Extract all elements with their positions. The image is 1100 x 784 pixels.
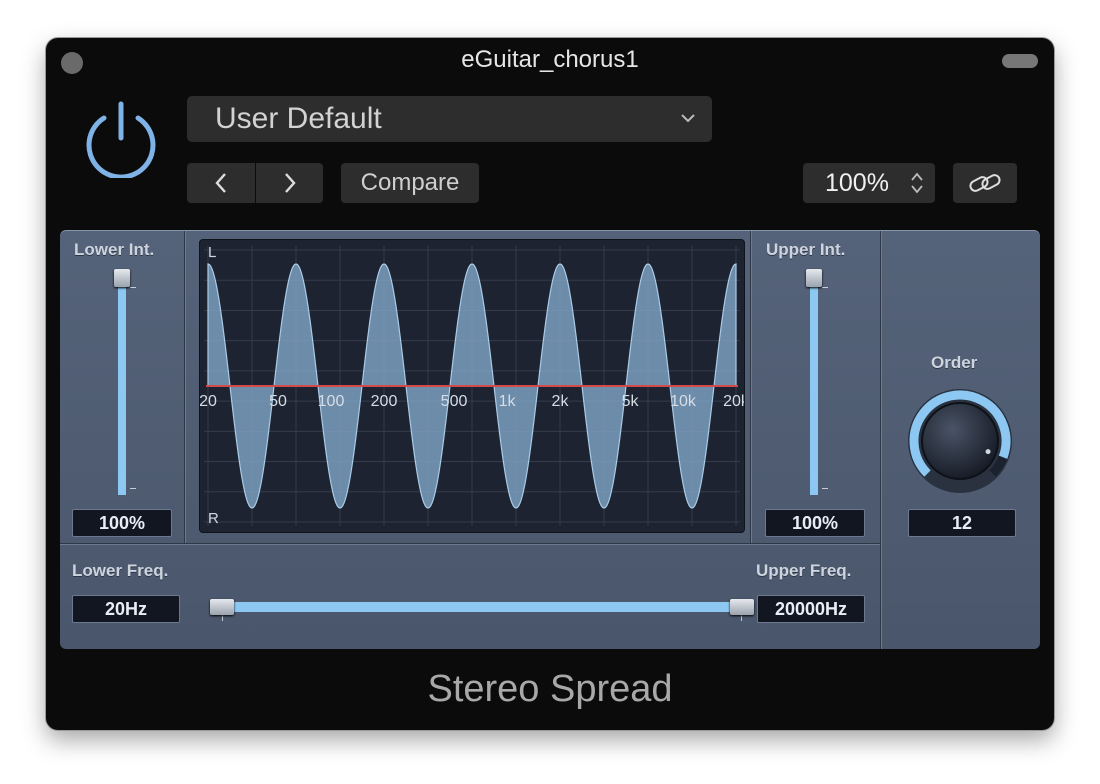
chevron-down-icon bbox=[681, 114, 695, 123]
slider-thumb[interactable] bbox=[806, 269, 822, 287]
freq-tick-label: 20 bbox=[200, 393, 217, 410]
upper-freq-label: Upper Freq. bbox=[756, 561, 852, 580]
freq-tick-label: 500 bbox=[441, 393, 468, 410]
freq-tick-label: 10k bbox=[670, 393, 697, 410]
window-title: eGuitar_chorus1 bbox=[461, 46, 639, 73]
freq-tick-label: 5k bbox=[622, 393, 640, 410]
order-value[interactable]: 12 bbox=[908, 509, 1016, 537]
divider bbox=[184, 231, 185, 543]
freq-tick-label: 20k bbox=[723, 393, 744, 410]
slider-tick bbox=[222, 615, 223, 621]
slider-fill bbox=[222, 602, 742, 612]
divider bbox=[750, 231, 751, 543]
next-preset-button[interactable] bbox=[256, 163, 323, 203]
slider-fill bbox=[118, 273, 126, 495]
link-icon bbox=[969, 174, 1001, 192]
preset-dropdown[interactable]: User Default bbox=[187, 96, 712, 142]
chevron-left-icon bbox=[215, 173, 226, 193]
stereo-spread-panel: Lower Int. 100% 20 50 100 200 500 1k 2k 5k 10k 20… bbox=[60, 230, 1040, 649]
window-collapse-button[interactable] bbox=[1002, 54, 1038, 68]
right-channel-label: R bbox=[208, 510, 219, 527]
divider bbox=[880, 231, 881, 649]
link-button[interactable] bbox=[953, 163, 1017, 203]
upper-int-value[interactable]: 100% bbox=[765, 509, 865, 537]
lower-freq-thumb[interactable] bbox=[210, 599, 234, 615]
spread-scope: 20 50 100 200 500 1k 2k 5k 10k 20k L R bbox=[199, 239, 745, 533]
knob-indicator bbox=[985, 449, 991, 455]
plugin-window: eGuitar_chorus1 User Default Compare 100… bbox=[46, 38, 1054, 730]
freq-tick-label: 200 bbox=[371, 393, 398, 410]
divider bbox=[60, 543, 880, 544]
compare-button[interactable]: Compare bbox=[341, 163, 479, 203]
knob-cap bbox=[921, 402, 999, 480]
spread-curve-display: 20 50 100 200 500 1k 2k 5k 10k 20k bbox=[200, 246, 744, 526]
lower-int-value[interactable]: 100% bbox=[72, 509, 172, 537]
frequency-range-slider[interactable] bbox=[210, 599, 754, 621]
upper-freq-value[interactable]: 20000Hz bbox=[757, 595, 865, 623]
upper-int-slider[interactable] bbox=[806, 269, 828, 495]
freq-tick-label: 100 bbox=[318, 393, 345, 410]
chevron-right-icon bbox=[284, 173, 296, 193]
lower-freq-label: Lower Freq. bbox=[72, 561, 169, 580]
upper-int-label: Upper Int. bbox=[766, 240, 846, 259]
previous-preset-button[interactable] bbox=[187, 163, 255, 203]
order-label: Order bbox=[931, 353, 978, 372]
lower-int-slider[interactable] bbox=[114, 269, 136, 495]
slider-fill bbox=[810, 273, 818, 495]
upper-freq-thumb[interactable] bbox=[730, 599, 754, 615]
left-channel-label: L bbox=[208, 244, 217, 261]
up-down-arrows-icon bbox=[911, 172, 923, 194]
slider-thumb[interactable] bbox=[114, 269, 130, 287]
slider-tick bbox=[822, 488, 828, 489]
freq-tick-label: 50 bbox=[269, 393, 287, 410]
slider-tick bbox=[741, 615, 742, 621]
power-icon[interactable] bbox=[82, 98, 160, 178]
slider-tick bbox=[130, 488, 136, 489]
slider-tick bbox=[130, 287, 136, 288]
lower-int-label: Lower Int. bbox=[74, 240, 155, 259]
preset-name: User Default bbox=[215, 102, 382, 135]
plugin-name: Stereo Spread bbox=[427, 668, 673, 710]
slider-tick bbox=[822, 287, 828, 288]
lower-freq-value[interactable]: 20Hz bbox=[72, 595, 180, 623]
freq-tick-label: 1k bbox=[499, 393, 517, 410]
freq-tick-label: 2k bbox=[552, 393, 570, 410]
zoom-value: 100% bbox=[825, 169, 889, 197]
order-knob[interactable] bbox=[906, 387, 1014, 495]
zoom-stepper[interactable]: 100% bbox=[803, 163, 935, 203]
